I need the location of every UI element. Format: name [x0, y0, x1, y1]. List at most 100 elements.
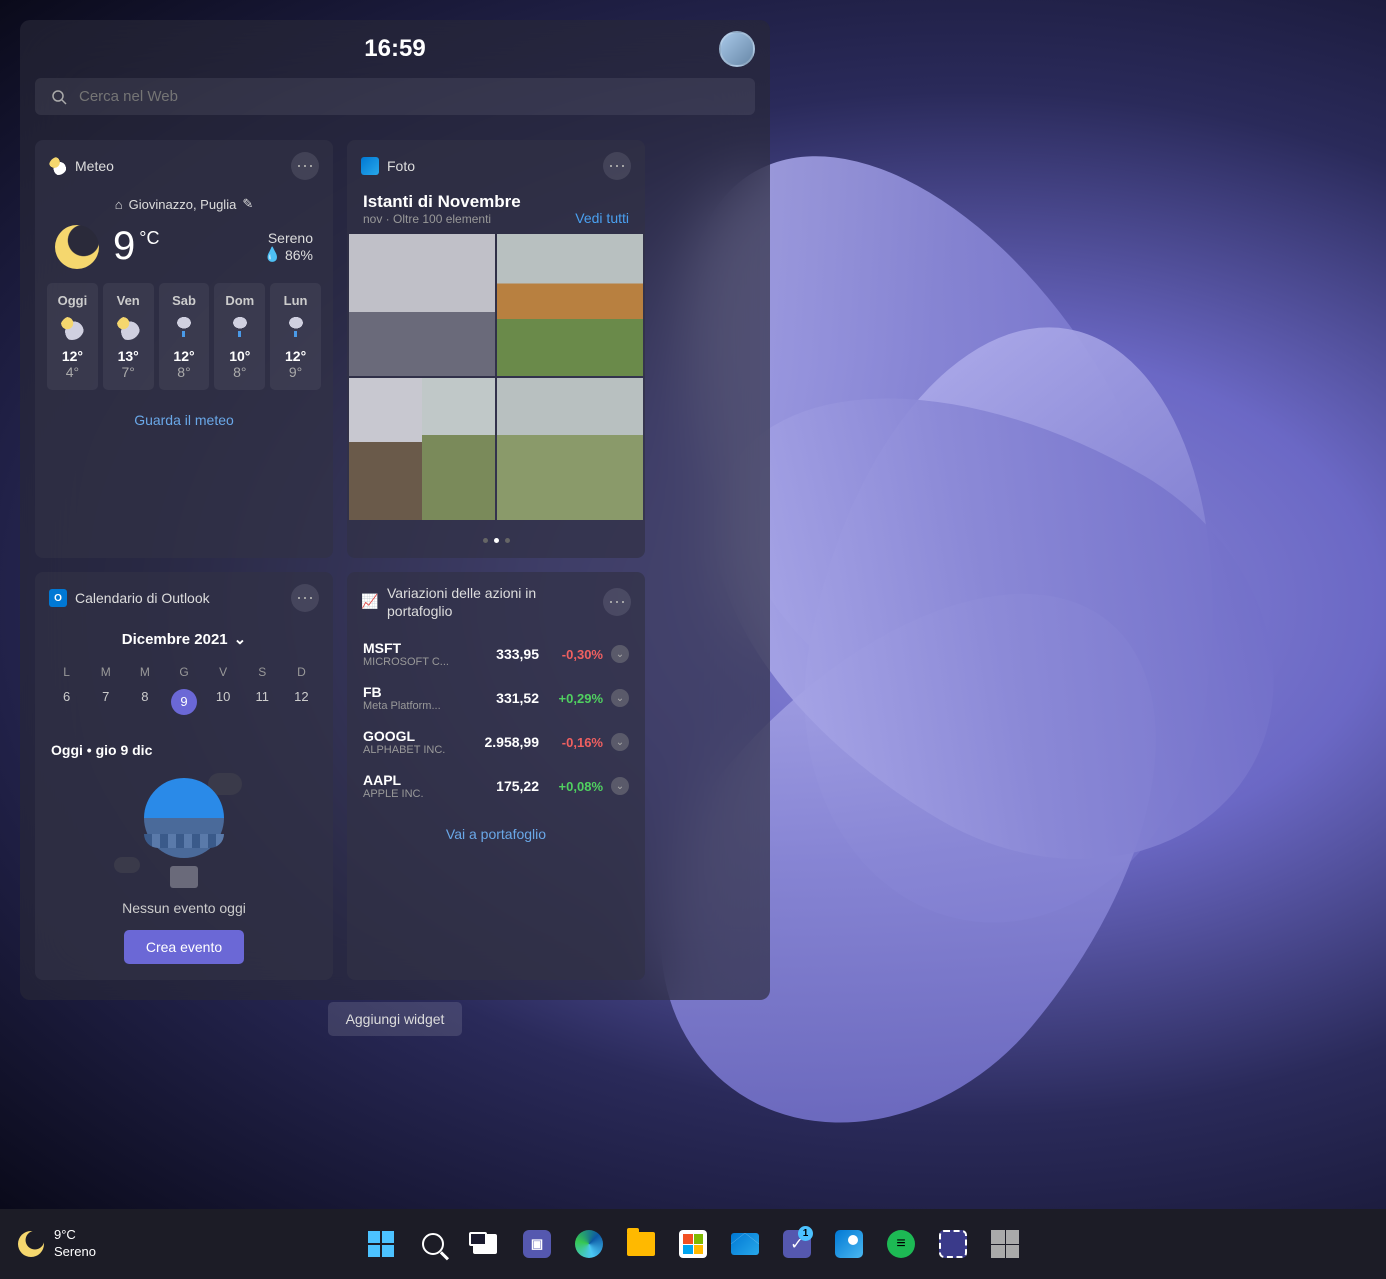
panel-time: 16:59 — [364, 35, 425, 63]
calendar-month-selector[interactable]: Dicembre 2021 ⌄ — [35, 624, 333, 654]
stock-company: Meta Platform... — [363, 700, 463, 712]
calendar-day[interactable]: 8 — [125, 684, 164, 720]
photo-thumbnail[interactable] — [349, 378, 422, 520]
add-widget-button[interactable]: Aggiungi widget — [328, 1002, 463, 1036]
forecast-day[interactable]: Oggi 12° 4° — [47, 283, 98, 390]
stock-row[interactable]: FB Meta Platform... 331,52 +0,29% ⌄ — [347, 676, 645, 720]
calendar-day[interactable]: 11 — [243, 684, 282, 720]
search-button[interactable] — [412, 1223, 454, 1265]
widget-menu-button[interactable]: ⋯ — [603, 152, 631, 180]
todo-button[interactable]: ✓1 — [776, 1223, 818, 1265]
calendar-day[interactable]: 9 — [164, 684, 203, 720]
calendar-day[interactable]: 10 — [204, 684, 243, 720]
photos-icon — [835, 1230, 863, 1258]
droplet-icon: 💧 — [264, 246, 281, 263]
spotify-button[interactable]: ≡ — [880, 1223, 922, 1265]
search-input[interactable] — [79, 88, 739, 105]
moon-icon — [55, 225, 99, 269]
chevron-down-icon[interactable]: ⌄ — [611, 777, 629, 795]
taskbar-condition: Sereno — [54, 1244, 96, 1261]
stock-row[interactable]: AAPL APPLE INC. 175,22 +0,08% ⌄ — [347, 764, 645, 808]
chevron-down-icon[interactable]: ⌄ — [611, 645, 629, 663]
calendar-weekday-header: M — [125, 660, 164, 684]
stocks-icon: 📈 — [361, 593, 379, 611]
teams-chat-button[interactable]: ▣ — [516, 1223, 558, 1265]
moon-icon — [18, 1231, 44, 1257]
photos-app-button[interactable] — [828, 1223, 870, 1265]
outlook-icon: O — [49, 589, 67, 607]
forecast-day[interactable]: Dom 10° 8° — [214, 283, 265, 390]
photo-thumbnail[interactable] — [349, 234, 495, 376]
weather-link[interactable]: Guarda il meteo — [35, 402, 333, 444]
weather-title: Meteo — [75, 158, 283, 174]
weather-day-icon — [284, 316, 308, 340]
microsoft-store-button[interactable] — [672, 1223, 714, 1265]
stocks-widget[interactable]: 📈 Variazioni delle azioni in portafoglio… — [347, 572, 645, 980]
taskview-icon — [473, 1234, 497, 1254]
photo-thumbnail[interactable] — [497, 234, 643, 376]
weather-widget[interactable]: Meteo ⋯ ⌂ Giovinazzo, Puglia ✎ 9°C Seren… — [35, 140, 333, 558]
widget-menu-button[interactable]: ⋯ — [603, 588, 631, 616]
calendar-day[interactable]: 12 — [282, 684, 321, 720]
stock-company: MICROSOFT C... — [363, 656, 463, 668]
calendar-weekday-header: D — [282, 660, 321, 684]
file-explorer-button[interactable] — [620, 1223, 662, 1265]
search-icon — [51, 89, 67, 105]
widget-menu-button[interactable]: ⋯ — [291, 584, 319, 612]
task-view-button[interactable] — [464, 1223, 506, 1265]
weather-location[interactable]: ⌂ Giovinazzo, Puglia ✎ — [35, 192, 333, 216]
photos-see-all-link[interactable]: Vedi tutti — [575, 210, 629, 226]
snipping-tool-button[interactable] — [932, 1223, 974, 1265]
calendar-weekday-header: G — [164, 660, 203, 684]
photo-thumbnail[interactable] — [497, 378, 643, 520]
stocks-portfolio-link[interactable]: Vai a portafoglio — [347, 808, 645, 862]
create-event-button[interactable]: Crea evento — [124, 930, 244, 964]
calendar-weekday-header: L — [47, 660, 86, 684]
calendar-weekday-header: V — [204, 660, 243, 684]
edit-icon[interactable]: ✎ — [242, 196, 253, 212]
forecast-day[interactable]: Lun 12° 9° — [270, 283, 321, 390]
calendar-empty-text: Nessun evento oggi — [35, 900, 333, 916]
office-icon — [991, 1230, 1019, 1258]
carousel-dots[interactable] — [347, 520, 645, 558]
weather-day-icon — [228, 316, 252, 340]
stock-change: +0,29% — [547, 691, 603, 706]
photos-subtitle: nov · Oltre 100 elementi — [363, 212, 521, 226]
user-avatar[interactable] — [719, 31, 755, 67]
search-bar[interactable] — [35, 78, 755, 115]
calendar-widget[interactable]: O Calendario di Outlook ⋯ Dicembre 2021 … — [35, 572, 333, 980]
photo-thumbnail[interactable] — [422, 378, 495, 520]
stocks-title: Variazioni delle azioni in portafoglio — [387, 584, 595, 620]
stock-row[interactable]: MSFT MICROSOFT C... 333,95 -0,30% ⌄ — [347, 632, 645, 676]
stock-company: ALPHABET INC. — [363, 744, 463, 756]
forecast-day[interactable]: Ven 13° 7° — [103, 283, 154, 390]
stock-change: +0,08% — [547, 779, 603, 794]
stock-price: 175,22 — [471, 778, 539, 794]
chevron-down-icon[interactable]: ⌄ — [611, 689, 629, 707]
edge-button[interactable] — [568, 1223, 610, 1265]
search-icon — [422, 1233, 444, 1255]
home-icon: ⌂ — [115, 197, 123, 212]
chevron-down-icon[interactable]: ⌄ — [611, 733, 629, 751]
start-button[interactable] — [360, 1223, 402, 1265]
weather-day-icon — [116, 316, 140, 340]
taskbar-temp: 9°C — [54, 1227, 96, 1244]
folder-icon — [627, 1232, 655, 1256]
stock-row[interactable]: GOOGL ALPHABET INC. 2.958,99 -0,16% ⌄ — [347, 720, 645, 764]
office-button[interactable] — [984, 1223, 1026, 1265]
stock-symbol: GOOGL — [363, 728, 463, 744]
calendar-day[interactable]: 7 — [86, 684, 125, 720]
photos-widget[interactable]: Foto ⋯ Istanti di Novembre nov · Oltre 1… — [347, 140, 645, 558]
balloon-illustration — [144, 778, 224, 888]
weather-icon — [49, 157, 67, 175]
stock-price: 331,52 — [471, 690, 539, 706]
mail-button[interactable] — [724, 1223, 766, 1265]
stock-price: 333,95 — [471, 646, 539, 662]
taskbar-weather[interactable]: 9°C Sereno — [0, 1227, 114, 1261]
stock-change: -0,16% — [547, 735, 603, 750]
forecast-day[interactable]: Sab 12° 8° — [159, 283, 210, 390]
calendar-day[interactable]: 6 — [47, 684, 86, 720]
widget-menu-button[interactable]: ⋯ — [291, 152, 319, 180]
stock-company: APPLE INC. — [363, 788, 463, 800]
stock-symbol: MSFT — [363, 640, 463, 656]
